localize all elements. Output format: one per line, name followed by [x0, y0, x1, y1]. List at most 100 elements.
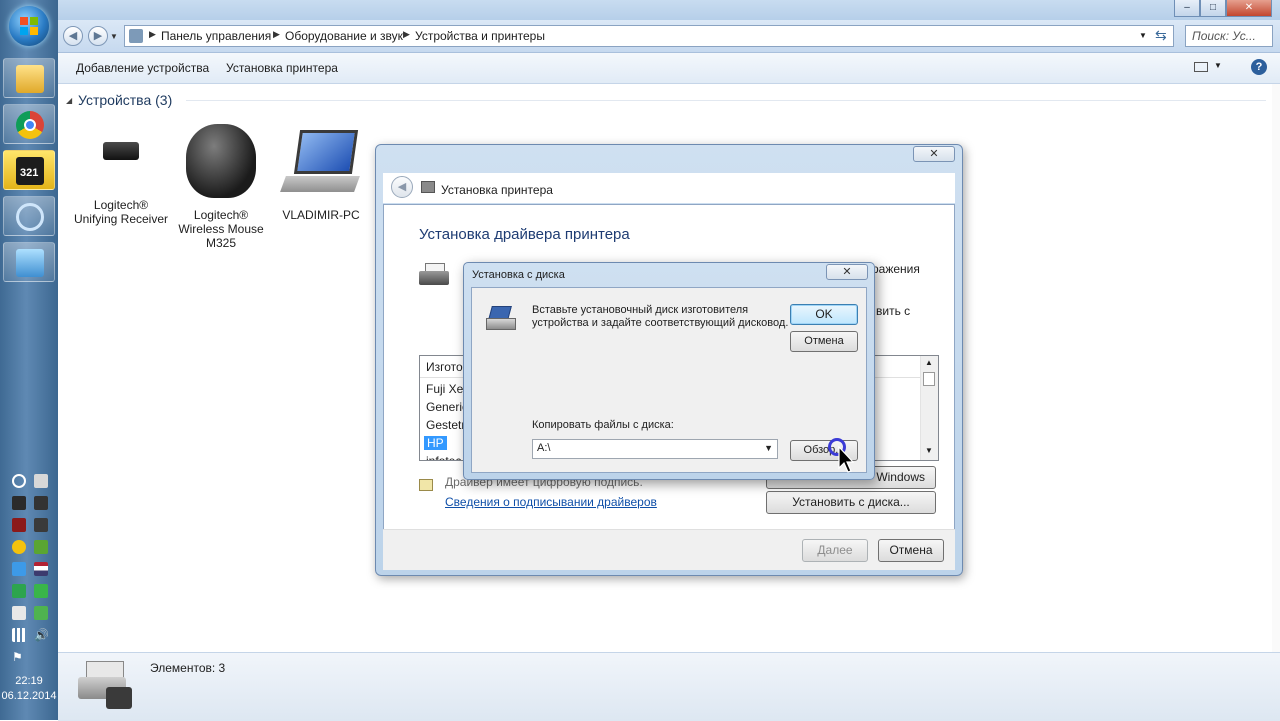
add-printer-button[interactable]: Установка принтера	[226, 61, 338, 75]
signal-tray-icon[interactable]	[12, 628, 26, 642]
lav-video-tray-icon[interactable]	[34, 518, 48, 532]
next-button[interactable]: Далее	[802, 539, 868, 562]
media-player-icon: 321	[16, 157, 44, 185]
taskbar-app-button[interactable]	[3, 196, 55, 236]
taskbar-control-panel-button[interactable]	[3, 242, 55, 282]
install-from-disk-dialog: Установка с диска ✕ Вставьте установочны…	[463, 262, 875, 480]
add-device-button[interactable]: Добавление устройства	[76, 61, 209, 75]
action-center-flag-icon[interactable]: ⚑	[12, 650, 26, 664]
disk-dialog-title: Установка с диска	[472, 269, 565, 281]
language-flag-icon[interactable]	[34, 562, 48, 576]
minimize-button[interactable]: –	[1174, 0, 1200, 17]
wizard-header: ◀ Установка принтера	[383, 173, 955, 203]
cancel-button[interactable]: Отмена	[790, 331, 858, 352]
combobox-dropdown-icon[interactable]: ▼	[764, 443, 773, 453]
back-button[interactable]: ◀	[63, 26, 83, 46]
list-item[interactable]: Generic	[426, 400, 468, 414]
breadcrumb-devices-printers[interactable]: Устройства и принтеры	[415, 29, 545, 43]
content-scroll-area	[1272, 84, 1280, 652]
view-options-icon[interactable]	[1194, 62, 1208, 72]
view-dropdown-icon[interactable]: ▼	[1214, 61, 1222, 70]
network-tray-icon[interactable]	[12, 474, 26, 488]
chrome-tray-icon[interactable]	[12, 540, 26, 554]
checkmark-tray-icon[interactable]	[34, 584, 48, 598]
wizard-title: Установка принтера	[441, 183, 553, 197]
breadcrumb-separator-icon[interactable]: ▶	[273, 29, 280, 40]
clock[interactable]: 22:19 06.12.2014	[0, 674, 58, 704]
tools-tray-icon[interactable]	[34, 474, 48, 488]
update-tray-icon[interactable]	[34, 540, 48, 554]
address-dropdown-icon[interactable]: ▼	[1139, 31, 1147, 40]
dropbox-tray-icon[interactable]	[12, 562, 26, 576]
lav-audio-tray-icon[interactable]	[12, 518, 26, 532]
breadcrumb-separator-icon[interactable]: ▶	[149, 29, 156, 40]
forward-button[interactable]: ▶	[88, 26, 108, 46]
lav-tray-icon[interactable]	[34, 496, 48, 510]
chrome-icon	[16, 111, 44, 139]
signed-driver-icon	[419, 479, 433, 491]
address-bar: ◀ ▶ ▼ ▶ Панель управления ▶ Оборудование…	[58, 20, 1280, 53]
wizard-close-button[interactable]: ✕	[913, 146, 955, 162]
shield-tray-icon[interactable]	[34, 606, 48, 620]
item-count: Элементов: 3	[150, 661, 226, 675]
have-disk-button[interactable]: Установить с диска...	[766, 491, 936, 514]
disk-dialog-content: Вставьте установочный диск изготовителя …	[471, 287, 867, 473]
mouse-pointer-icon	[838, 446, 854, 473]
breadcrumb-control-panel[interactable]: Панель управления	[161, 29, 271, 43]
wizard-instruction-text: вить с	[876, 304, 911, 318]
wizard-instruction-text: ражения	[872, 262, 920, 276]
search-input[interactable]: Поиск: Ус...	[1185, 25, 1273, 47]
monitor-tray-icon[interactable]	[12, 496, 26, 510]
title-bar: – □ ✕	[58, 0, 1280, 20]
refresh-icon[interactable]: ⇆	[1155, 27, 1167, 44]
scroll-up-icon[interactable]: ▲	[925, 358, 933, 367]
wizard-cancel-button[interactable]: Отмена	[878, 539, 944, 562]
device-wireless-mouse[interactable]: Logitech® Wireless Mouse M325	[171, 124, 271, 250]
driver-signing-link[interactable]: Сведения о подписывании драйверов	[445, 495, 657, 509]
control-panel-icon	[16, 249, 44, 277]
breadcrumb-hardware-sound[interactable]: Оборудование и звук	[285, 29, 403, 43]
start-button[interactable]	[9, 6, 49, 46]
devices-printers-icon	[78, 661, 134, 713]
breadcrumb-separator-icon[interactable]: ▶	[403, 29, 410, 40]
taskbar-explorer-button[interactable]	[3, 58, 55, 98]
device-tray-icon[interactable]	[12, 606, 26, 620]
volume-icon[interactable]: 🔊	[34, 628, 49, 642]
details-pane: Элементов: 3	[58, 652, 1280, 721]
device-label: Logitech® Unifying Receiver	[73, 198, 169, 226]
help-icon[interactable]: ?	[1251, 59, 1267, 75]
usb-receiver-icon	[103, 142, 139, 160]
laptop-icon	[279, 130, 363, 202]
address-field[interactable]: ▶ Панель управления ▶ Оборудование и зву…	[124, 25, 1174, 47]
wizard-back-button[interactable]: ◀	[391, 176, 413, 198]
disk-dialog-message: Вставьте установочный диск изготовителя …	[532, 304, 789, 329]
device-label: VLADIMIR-PC	[282, 208, 360, 222]
recent-pages-dropdown[interactable]: ▼	[110, 32, 118, 41]
command-bar: Добавление устройства Установка принтера…	[58, 53, 1280, 84]
wizard-heading: Установка драйвера принтера	[419, 226, 630, 243]
group-divider	[186, 100, 1266, 101]
list-item[interactable]: infotec	[426, 454, 461, 460]
device-computer[interactable]: VLADIMIR-PC	[271, 130, 371, 222]
control-panel-small-icon	[129, 29, 143, 43]
list-item-selected[interactable]: HP	[424, 436, 447, 450]
mouse-icon	[186, 124, 256, 198]
device-unifying-receiver[interactable]: Logitech® Unifying Receiver	[71, 130, 171, 226]
devices-group-header[interactable]: Устройства (3)	[78, 92, 172, 108]
copy-files-label: Копировать файлы с диска:	[532, 419, 674, 431]
scroll-thumb[interactable]	[923, 372, 935, 386]
collapse-group-icon[interactable]: ◢	[66, 96, 72, 105]
disk-path-combobox[interactable]: A:\ ▼	[532, 439, 778, 459]
list-scrollbar[interactable]: ▲ ▼	[920, 356, 938, 460]
disk-dialog-close-button[interactable]: ✕	[826, 264, 868, 280]
taskbar-chrome-button[interactable]	[3, 104, 55, 144]
taskbar-media-player-button[interactable]: 321	[3, 150, 55, 190]
clock-date: 06.12.2014	[1, 690, 57, 702]
ok-button[interactable]: OK	[790, 304, 858, 325]
scroll-down-icon[interactable]: ▼	[925, 446, 933, 455]
security-tray-icon[interactable]	[12, 584, 26, 598]
list-item[interactable]: Gestetn	[426, 418, 468, 432]
maximize-button[interactable]: □	[1200, 0, 1226, 17]
windows-logo-icon	[20, 17, 38, 35]
close-button[interactable]: ✕	[1226, 0, 1272, 17]
